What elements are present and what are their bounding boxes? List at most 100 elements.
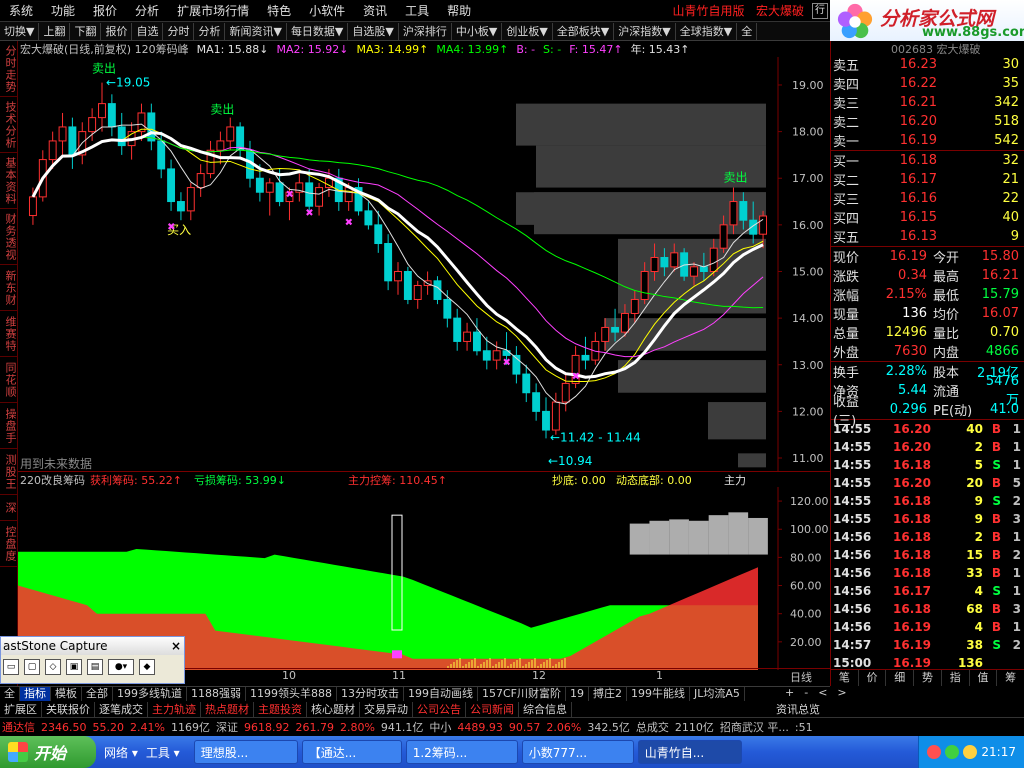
taskbar-item-stock[interactable]: 理想股...: [193, 740, 298, 764]
tray-volume-icon[interactable]: [963, 745, 978, 759]
scroll-left-button[interactable]: <: [813, 686, 832, 701]
capture-region-icon[interactable]: ◇: [45, 659, 61, 675]
capture-close-button[interactable]: ×: [168, 639, 184, 653]
toolbar-analysis[interactable]: 分析: [194, 22, 226, 40]
toolbar-intraday[interactable]: 分时: [163, 22, 195, 40]
capture-palette-icon[interactable]: ●▾: [108, 659, 134, 675]
capture-settings-icon[interactable]: ◆: [139, 659, 155, 675]
toolbar-gem-board[interactable]: 创业板▼: [502, 22, 553, 40]
capture-full-icon[interactable]: ▣: [66, 659, 82, 675]
toolbar-ranking[interactable]: 沪深排行: [399, 22, 452, 40]
tick-list[interactable]: 14:55 16.20 40 B 1 14:55 16.20 2 B 1 14:55 16.18 5 S 1…: [831, 420, 1024, 672]
tray-app-icon[interactable]: [927, 745, 942, 759]
ext-tab-announcement[interactable]: 公司公告: [413, 701, 466, 717]
indicator-tab-indicator[interactable]: 指标: [20, 687, 51, 701]
zoom-out-button[interactable]: -: [799, 686, 813, 701]
indicator-tab-jl[interactable]: JL均流A5: [690, 687, 745, 701]
index-name-sme[interactable]: 中小: [429, 719, 451, 735]
toolbar-page-up[interactable]: 上翻: [39, 22, 71, 40]
toolbar-all-sectors[interactable]: 全部板块▼: [553, 22, 615, 40]
ext-tab-core-topics[interactable]: 核心题材: [307, 701, 360, 717]
taskbar-item-chip-folder[interactable]: 1.2筹码...: [405, 740, 518, 764]
toolbar-news[interactable]: 新闻资讯▼: [225, 22, 287, 40]
index-name-tdx[interactable]: 通达信: [2, 719, 35, 735]
quote-tab-chips[interactable]: 筹: [997, 670, 1024, 686]
faststone-capture-window[interactable]: astStone Capture × ▭ ▢ ◇ ▣ ▤ ●▾ ◆: [0, 636, 185, 684]
toolbar-quote[interactable]: 报价: [101, 22, 133, 40]
capture-rect-icon[interactable]: ▢: [24, 659, 40, 675]
buy-row[interactable]: 买二 16.17 21: [831, 170, 1024, 189]
quick-launch-network[interactable]: 网络 ▾: [104, 744, 138, 761]
quote-tab-trend[interactable]: 势: [914, 670, 942, 686]
menu-item-features[interactable]: 特色: [258, 0, 300, 22]
indicator-tab-199-multiline[interactable]: 199多线轨道: [113, 687, 187, 701]
taskbar-item-tdx[interactable]: 【通达...: [301, 740, 402, 764]
clock[interactable]: 21:17: [981, 745, 1016, 759]
kline-chart[interactable]: 19.00 18.00 17.00 16.00 15.00 14.00 13.00 12.00…: [18, 57, 830, 472]
left-tab-intraday[interactable]: 分时走势: [0, 41, 18, 97]
info-overview-link[interactable]: 资讯总览: [776, 701, 820, 717]
indicator-tab-199-autoline[interactable]: 199自动画线: [404, 687, 478, 701]
ext-tab-theme-invest[interactable]: 主题投资: [254, 701, 307, 717]
left-tab-wst[interactable]: 维赛特: [0, 311, 18, 357]
menu-item-tools[interactable]: 工具: [396, 0, 438, 22]
start-button[interactable]: 开始: [0, 736, 96, 768]
left-tab-trader[interactable]: 操盘手: [0, 403, 18, 449]
quick-launch-tools[interactable]: 工具 ▾: [146, 744, 180, 761]
ext-tab-general[interactable]: 综合信息: [519, 701, 572, 717]
left-tab-deep[interactable]: 深: [0, 495, 18, 521]
left-tab-control[interactable]: 控盘度: [0, 521, 18, 567]
capture-scroll-icon[interactable]: ▤: [87, 659, 103, 675]
quote-tab-detail[interactable]: 细: [886, 670, 915, 686]
taskbar-item-shanqingzhu[interactable]: 山青竹自...: [637, 740, 742, 764]
sell-row[interactable]: 卖四 16.22 35: [831, 74, 1024, 93]
scroll-right-button[interactable]: >: [832, 686, 851, 701]
toolbar-watchlist[interactable]: 自选: [132, 22, 164, 40]
indicator-tab-157[interactable]: 157CF川财富阶: [478, 687, 567, 701]
quote-tab-index[interactable]: 指: [942, 670, 970, 686]
menu-item-help[interactable]: 帮助: [438, 0, 480, 22]
indicator-tab-199-bull[interactable]: 199牛能线: [627, 687, 691, 701]
toolbar-index[interactable]: 沪深指数▼: [614, 22, 676, 40]
ext-tab-related[interactable]: 关联报价: [42, 701, 95, 717]
zoom-in-button[interactable]: +: [780, 686, 799, 701]
menu-item-tools-small[interactable]: 小软件: [300, 0, 354, 22]
buy-row[interactable]: 买一 16.18 32: [831, 151, 1024, 170]
quote-tab-price[interactable]: 价: [859, 670, 887, 686]
menu-item-extended-market[interactable]: 扩展市场行情: [168, 0, 258, 22]
toolbar-daily-data[interactable]: 每日数据▼: [287, 22, 349, 40]
toolbar-sme-board[interactable]: 中小板▼: [452, 22, 503, 40]
toolbar-more[interactable]: 全: [737, 22, 758, 40]
broker-label[interactable]: 招商武汉 平...: [720, 719, 789, 735]
quote-tab-trades[interactable]: 笔: [831, 670, 859, 686]
menu-item-info[interactable]: 资讯: [354, 0, 396, 22]
toolbar-global-index[interactable]: 全球指数▼: [676, 22, 738, 40]
taskbar-item-folder[interactable]: 小数777...: [521, 740, 634, 764]
menu-item-system[interactable]: 系统: [0, 0, 42, 22]
left-tab-technical[interactable]: 技术分析: [0, 97, 18, 153]
toolbar-my-stocks[interactable]: 自选股▼: [348, 22, 399, 40]
buy-row[interactable]: 买五 16.13 9: [831, 227, 1024, 246]
ext-tab-trades[interactable]: 逐笔成交: [95, 701, 148, 717]
toolbar-page-down[interactable]: 下翻: [70, 22, 102, 40]
indicator-tab-all[interactable]: 全: [0, 687, 20, 701]
indicator-tab-1199[interactable]: 1199领头羊888: [246, 687, 337, 701]
ext-tab-area[interactable]: 扩展区: [0, 701, 42, 717]
window-button[interactable]: 行: [812, 2, 828, 19]
capture-window-icon[interactable]: ▭: [3, 659, 19, 675]
ext-tab-main-track[interactable]: 主力轨迹: [148, 701, 201, 717]
period-label[interactable]: 日线: [790, 669, 812, 685]
menu-item-function[interactable]: 功能: [42, 0, 84, 22]
ext-tab-trade-anomaly[interactable]: 交易异动: [360, 701, 413, 717]
indicator-tab-1188[interactable]: 1188强弱: [187, 687, 246, 701]
left-tab-eastmoney[interactable]: 新东财: [0, 265, 18, 311]
indicator-tab-bozhuang[interactable]: 搏庄2: [589, 687, 628, 701]
quote-tab-value[interactable]: 值: [970, 670, 998, 686]
sell-row[interactable]: 卖三 16.21 342: [831, 93, 1024, 112]
menu-item-quote[interactable]: 报价: [84, 0, 126, 22]
sell-row[interactable]: 卖二 16.20 518: [831, 112, 1024, 131]
sell-row[interactable]: 卖五 16.23 30: [831, 55, 1024, 74]
left-tab-finance[interactable]: 财务透视: [0, 209, 18, 265]
left-tab-ths[interactable]: 同花顺: [0, 357, 18, 403]
indicator-tab-19[interactable]: 19: [566, 687, 590, 701]
